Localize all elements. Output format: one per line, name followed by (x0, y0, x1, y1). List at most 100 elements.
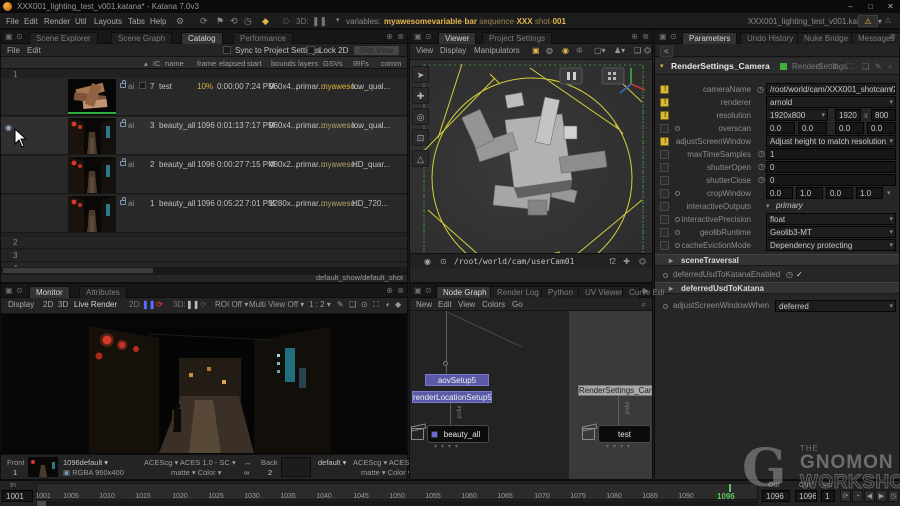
visibility-icon[interactable]: ◉ (424, 257, 431, 266)
select-tool-icon[interactable]: ➤ (412, 66, 429, 83)
state-badge-gray[interactable] (660, 150, 669, 159)
ng-menu-edit[interactable]: Edit (438, 300, 452, 309)
sort-icon[interactable]: ▴ (144, 59, 148, 68)
render-refresh-icon[interactable]: ⟳ (200, 16, 208, 27)
node-output-ports[interactable]: ▾▾▾▾ (606, 443, 634, 450)
pan-icon[interactable]: ✚ (623, 257, 630, 266)
cropWindow-0[interactable]: 0.0 (766, 187, 793, 199)
translate-tool-icon[interactable]: ✚ (412, 87, 429, 104)
collapse-node-icon[interactable]: ▾ (660, 62, 664, 70)
timeline-scroll-handle[interactable] (37, 501, 46, 506)
interactiveOutputs-expand-icon[interactable]: ▾ (766, 202, 770, 210)
node-output-ports[interactable]: ▾▾▾▾ (434, 443, 462, 450)
panel-menu-icon[interactable]: ▣ (659, 32, 667, 41)
col-layers[interactable]: layers (298, 59, 318, 68)
timebar-icon[interactable]: ◷ (786, 270, 793, 279)
node-comment-icon[interactable]: ❑ (862, 62, 869, 71)
katana-blade-icon[interactable]: ◆ (262, 16, 269, 27)
node-RenderSettings_Camera[interactable]: RenderSettings_Came (578, 385, 652, 396)
viewport-camera-path[interactable]: /root/world/cam/userCam01 (454, 257, 574, 266)
panel-link-icon[interactable]: ⊙ (425, 286, 432, 295)
node-expand-icon[interactable]: ⛶ (847, 62, 853, 72)
compare-ratio-dropdown[interactable]: 1 : 2 ▾ (309, 300, 331, 309)
tab-scroll-right-icon[interactable]: ▶ (643, 286, 649, 295)
ng-menu-new[interactable]: New (416, 300, 432, 309)
graph-state-variables[interactable]: myawesomevariable-bar sequence-XXX shot-… (384, 17, 566, 26)
render-thumbnail-street[interactable] (68, 157, 116, 193)
render-thumbnail-street[interactable] (68, 118, 116, 154)
renderer-dropdown[interactable]: arnold▾ (766, 96, 896, 108)
tab-catalog[interactable]: Catalog (181, 32, 223, 44)
cropWindow-dropdown-icon[interactable]: ▾ (887, 189, 891, 197)
panel-add-icon[interactable]: ⊕ (631, 32, 638, 41)
monitor-image-area[interactable] (1, 314, 407, 456)
state-badge-yellow[interactable] (660, 111, 669, 120)
shaded-mode-icon[interactable]: ▣ (532, 46, 540, 55)
menu-tabs[interactable]: Tabs (128, 17, 145, 26)
close-button[interactable]: ✕ (885, 1, 896, 12)
local-dot-icon[interactable] (675, 243, 680, 248)
link-buffers-icon[interactable]: ∞ (244, 468, 249, 477)
tab-attributes[interactable]: Attributes (79, 286, 127, 298)
state-badge-gray[interactable] (660, 189, 669, 198)
ng-search-icon[interactable]: ⌕ (642, 300, 646, 310)
tab-python[interactable]: Python (541, 286, 580, 298)
timebar-icon[interactable]: ◷ (758, 175, 765, 184)
state-badge-gray[interactable] (660, 124, 669, 133)
back-buffer-dropdown[interactable]: default ▾ (318, 458, 346, 467)
panel-close-icon[interactable]: ⊗ (642, 32, 649, 41)
state-badge-gray[interactable] (660, 163, 669, 172)
tab-parameters[interactable]: Parameters (682, 32, 737, 44)
render-thumbnail-street[interactable] (68, 196, 116, 232)
front-matte-color-dropdowns[interactable]: matte ▾ Color ▾ (171, 468, 222, 477)
tab-performance[interactable]: Performance (233, 32, 293, 44)
col-irfs[interactable]: IRFs (353, 59, 369, 68)
cacheEvictionMode-dropdown[interactable]: Dependency protecting▾ (766, 239, 896, 251)
back-matte-color-dropdowns[interactable]: matte ▾ Color ▾ (361, 468, 412, 477)
front-buffer-thumbnail[interactable] (28, 457, 58, 477)
maximize-button[interactable]: □ (865, 1, 876, 12)
snapshot-icon[interactable]: ⏣ (639, 257, 646, 266)
panel-close-icon[interactable]: ⊗ (397, 32, 404, 41)
swap-buffers-icon[interactable]: ↔ (244, 458, 252, 467)
shutterClose-field[interactable]: 0 (766, 174, 896, 186)
comment-icon[interactable]: ❑ (349, 300, 356, 309)
menu-util[interactable]: Util (75, 17, 87, 26)
shutterOpen-field[interactable]: 0 (766, 161, 896, 173)
snowflake-icon[interactable]: ❊ (576, 46, 583, 55)
node-search-icon[interactable]: ⌕ (888, 62, 892, 72)
monitor-layer-icon[interactable]: ❑ (634, 46, 641, 55)
proxy-display-icon[interactable]: ♟▾ (614, 46, 625, 55)
tab-monitor[interactable]: Monitor (29, 286, 70, 298)
cropWindow-2[interactable]: 0.0 (826, 187, 853, 199)
interactivePrecision-dropdown[interactable]: float▾ (766, 213, 896, 225)
local-dot-icon[interactable] (663, 273, 668, 278)
warning-indicator-active[interactable]: ⚠ (858, 15, 878, 27)
catalog-empty-slot[interactable]: 3 (1, 250, 407, 262)
panel-link-icon[interactable]: ⊙ (16, 32, 23, 41)
maxTimeSamples-field[interactable]: 1 (766, 148, 896, 160)
settings-icon[interactable]: ⚙ (176, 16, 184, 27)
loop-button[interactable]: ⟳ (840, 490, 851, 502)
panel-link-icon[interactable]: ⊙ (16, 286, 23, 295)
front-colorspace-dropdown[interactable]: ACEScg ▾ ACES 1.0 - SC ▾ (144, 458, 236, 467)
roi-dropdown[interactable]: ROI Off ▾ (215, 300, 248, 309)
timeline-scrollbar[interactable] (36, 501, 758, 506)
tab-curve-editor[interactable]: Curve Edi (622, 286, 640, 298)
audio-icon[interactable]: ◖ (385, 300, 390, 309)
col-gsvs[interactable]: GSVs (323, 59, 343, 68)
out-frame-field[interactable]: 1096 (762, 490, 790, 502)
pause-3d-icon[interactable]: ❚❚ (312, 16, 327, 27)
state-badge-yellow[interactable] (660, 85, 669, 94)
fstop-icon[interactable]: f2 (609, 257, 616, 266)
variables-dropdown-icon[interactable]: ▾ (336, 16, 340, 24)
slot-view-button[interactable]: Slot View (353, 45, 400, 56)
rotate-tool-icon[interactable]: ◎ (412, 108, 429, 125)
panel-menu-icon[interactable]: ▣ (414, 32, 422, 41)
node-test[interactable]: test (598, 425, 651, 443)
cycle-button[interactable]: ◔ (852, 490, 863, 502)
node-name[interactable]: RenderSettings_Camera (671, 61, 770, 71)
back-buffer-thumbnail[interactable] (281, 457, 311, 477)
node-beauty_all[interactable]: beauty_all (427, 425, 489, 443)
panel-close-icon[interactable]: ⊗ (889, 32, 896, 41)
